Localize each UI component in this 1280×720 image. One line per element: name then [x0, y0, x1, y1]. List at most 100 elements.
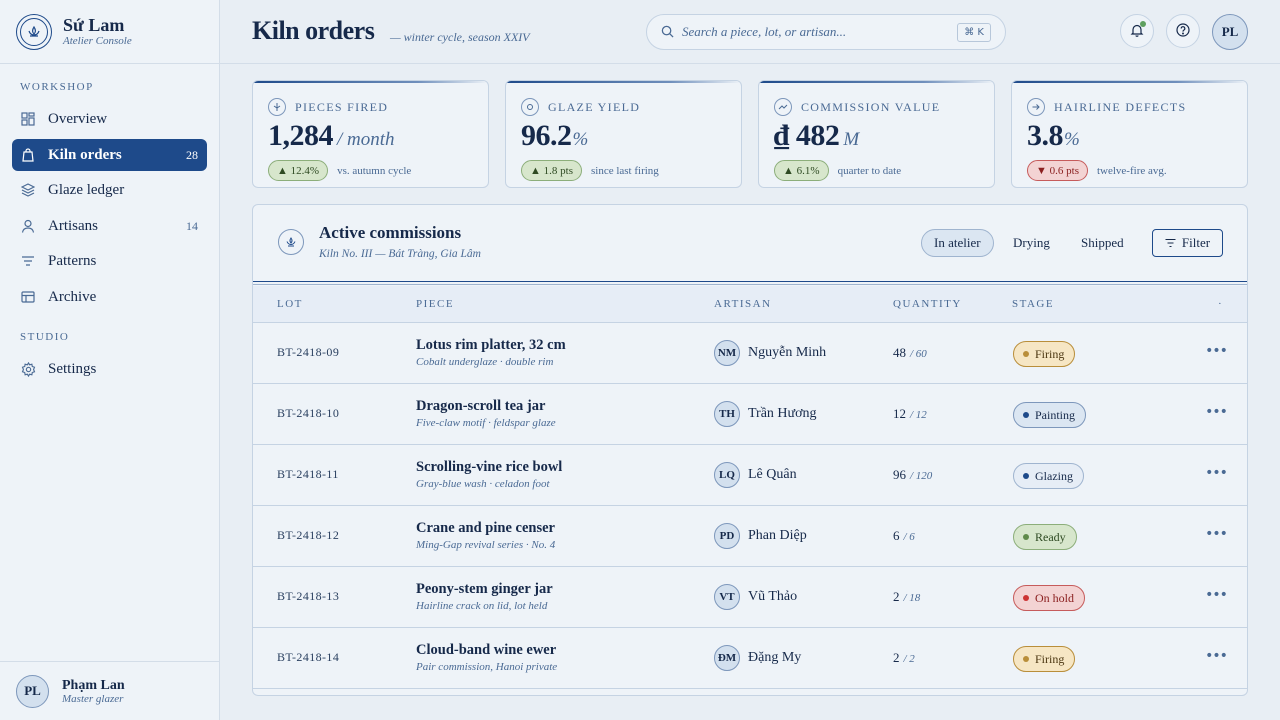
stat-unit: % — [1064, 129, 1080, 150]
column-header-quantity[interactable]: QUANTITY — [893, 298, 962, 310]
filter-icon — [1165, 238, 1176, 248]
sidebar-item-settings[interactable]: Settings — [12, 353, 207, 385]
commissions-panel: Active commissions Kiln No. III — Bát Tr… — [252, 204, 1248, 696]
gear-icon — [20, 361, 36, 377]
sidebar-item-artisans[interactable]: Artisans 14 — [12, 210, 207, 242]
quantity: 96 — [893, 467, 906, 482]
stat-note: quarter to date — [837, 164, 902, 177]
top-bar: Kiln orders — winter cycle, season XXIV … — [220, 0, 1280, 64]
grid-icon — [20, 111, 36, 127]
status-badge: Painting — [1013, 402, 1087, 428]
piece-name: Crane and pine censer — [416, 520, 555, 536]
stat-label: COMMISSION VALUE — [801, 99, 941, 114]
column-header-lot[interactable]: LOT — [277, 298, 303, 310]
sidebar-item-glaze-ledger[interactable]: Glaze ledger — [12, 174, 207, 206]
stat-value: 3.8 — [1027, 119, 1064, 152]
notifications-button[interactable] — [1120, 14, 1154, 48]
user-role: Master glazer — [62, 692, 124, 705]
table-row[interactable]: BT-2418-09 Lotus rim platter, 32 cm Cobal… — [253, 323, 1247, 384]
sidebar: Sứ Lam Atelier Console WORKSHOP Overview… — [0, 0, 220, 720]
column-header-stage[interactable]: STAGE — [1012, 298, 1054, 310]
delta-badge: ▼ 0.6 pts — [1027, 160, 1088, 181]
table-row[interactable]: BT-2418-11 Scrolling-vine rice bowl Gray-… — [253, 445, 1247, 506]
sidebar-item-kiln-orders[interactable]: Kiln orders 28 — [12, 139, 207, 171]
artisan-name: Đặng My — [748, 650, 802, 665]
sidebar-item-label: Overview — [48, 110, 108, 127]
sidebar-item-label: Settings — [48, 360, 97, 377]
avatar: PL — [16, 674, 49, 708]
quantity: 6 — [893, 528, 900, 543]
table-header: LOT PIECE ARTISAN QUANTITY STAGE · — [253, 286, 1247, 323]
piece-name: Peony-stem ginger jar — [416, 581, 553, 597]
notification-dot — [1140, 21, 1146, 27]
search-placeholder: Search a piece, lot, or artisan... — [682, 24, 847, 39]
more-icon[interactable]: ••• — [1205, 587, 1228, 603]
avatar: PD — [714, 523, 740, 549]
tab-in-atelier[interactable]: In atelier — [921, 229, 994, 257]
quantity: 2 — [893, 589, 900, 604]
stat-card-pieces-fired: PIECES FIRED 1,284 / month ▲ 12.4% vs. a… — [252, 80, 489, 188]
stat-note: twelve-fire avg. — [1096, 164, 1167, 177]
filter-label: Filter — [1181, 235, 1211, 250]
quantity-total: / 6 — [903, 531, 915, 543]
lot-id: BT-2418-09 — [277, 345, 340, 359]
panel-title: Active commissions — [319, 223, 462, 242]
more-icon[interactable]: ••• — [1205, 404, 1228, 420]
status-badge: Firing — [1013, 341, 1076, 367]
stat-label: PIECES FIRED — [295, 99, 389, 114]
quantity: 12 — [893, 406, 906, 421]
target-icon — [521, 98, 539, 116]
avatar[interactable]: PL — [1212, 14, 1248, 50]
tab-shipped[interactable]: Shipped — [1069, 229, 1136, 257]
quantity-total: / 18 — [903, 592, 921, 604]
stat-value: 96.2 — [521, 119, 572, 152]
trend-icon — [774, 98, 792, 116]
quantity-total: / 2 — [903, 653, 915, 665]
lot-id: BT-2418-13 — [277, 589, 340, 603]
more-icon[interactable]: ••• — [1205, 526, 1228, 542]
sidebar-item-archive[interactable]: Archive — [12, 281, 207, 313]
more-icon[interactable]: ••• — [1205, 648, 1228, 664]
stat-note: since last firing — [590, 164, 659, 177]
filter-button[interactable]: Filter — [1152, 229, 1223, 257]
table-row[interactable]: BT-2418-14 Cloud-band wine ewer Pair comm… — [253, 628, 1247, 689]
piece-name: Scrolling-vine rice bowl — [416, 459, 563, 475]
quantity-total: / 60 — [910, 348, 927, 360]
status-badge: Glazing — [1013, 463, 1084, 489]
count-badge: 28 — [186, 147, 198, 162]
piece-note: Ming-Gap revival series · No. 4 — [416, 539, 556, 551]
stat-unit: / month — [337, 129, 395, 150]
artisan-name: Vũ Thảo — [748, 589, 798, 604]
piece-note: Gray-blue wash · celadon foot — [416, 478, 550, 490]
more-icon[interactable]: ••• — [1205, 343, 1228, 359]
table-row[interactable]: BT-2418-13 Peony-stem ginger jar Hairline… — [253, 567, 1247, 628]
panel-subtitle: Kiln No. III — Bát Tràng, Gia Lâm — [319, 248, 481, 260]
user-profile[interactable]: PL Phạm Lan Master glazer — [0, 661, 219, 720]
stat-unit: % — [572, 129, 589, 150]
quantity: 2 — [893, 650, 900, 665]
stat-note: vs. autumn cycle — [337, 164, 412, 177]
column-header-artisan[interactable]: ARTISAN — [714, 298, 772, 310]
nav-section-workshop: WORKSHOP — [20, 81, 94, 93]
sidebar-item-label: Archive — [48, 288, 97, 305]
sidebar-item-overview[interactable]: Overview — [12, 103, 207, 135]
brand[interactable]: Sứ Lam Atelier Console — [0, 0, 219, 64]
brand-name: Sứ Lam — [63, 15, 125, 35]
table-icon — [20, 289, 36, 305]
nav-section-studio: STUDIO — [20, 331, 70, 343]
more-icon[interactable]: ••• — [1205, 465, 1228, 481]
column-header-piece[interactable]: PIECE — [416, 298, 454, 310]
artisan-name: Trần Hương — [748, 406, 817, 421]
panel-header: Active commissions Kiln No. III — Bát Tr… — [253, 205, 1247, 285]
tab-drying[interactable]: Drying — [1001, 229, 1062, 257]
help-button[interactable] — [1166, 14, 1200, 48]
bag-icon — [20, 147, 36, 163]
stat-label: GLAZE YIELD — [548, 99, 641, 114]
avatar: TH — [714, 401, 740, 427]
sidebar-item-patterns[interactable]: Patterns — [12, 245, 207, 277]
avatar: NM — [714, 340, 740, 366]
sidebar-item-label: Patterns — [48, 252, 97, 269]
table-row[interactable]: BT-2418-10 Dragon-scroll tea jar Five-cla… — [253, 384, 1247, 445]
table-row[interactable]: BT-2418-12 Crane and pine censer Ming-Gap… — [253, 506, 1247, 567]
search-input[interactable]: Search a piece, lot, or artisan... ⌘ K — [646, 14, 1006, 50]
